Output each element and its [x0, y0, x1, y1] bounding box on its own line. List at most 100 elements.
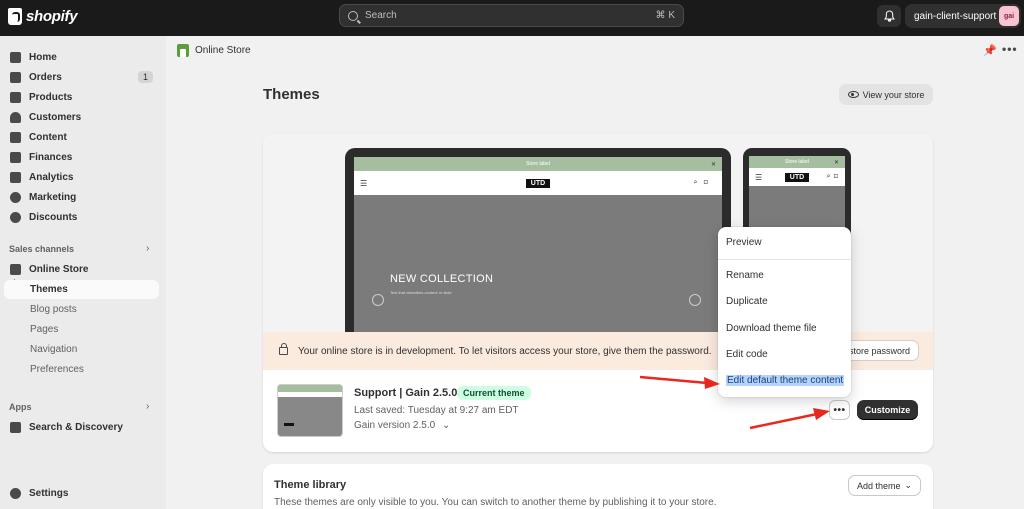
announcement-bar: Store label ✕	[354, 157, 722, 171]
sidebar-item-analytics[interactable]: Analytics	[4, 168, 159, 187]
discount-icon	[10, 212, 21, 223]
sidebar-item-blog-posts[interactable]: Blog posts	[4, 300, 159, 319]
slide-next-icon	[689, 294, 701, 306]
person-icon	[10, 112, 21, 123]
sidebar-item-label: Marketing	[29, 192, 77, 203]
site-brand: UTD	[784, 172, 810, 182]
menu-divider	[718, 259, 851, 260]
theme-library-description: These themes are only visible to you. Yo…	[274, 497, 717, 508]
avatar: gai	[999, 6, 1019, 26]
breadcrumb[interactable]: Online Store	[177, 44, 251, 57]
menu-icon: ☰	[755, 172, 763, 182]
chart-icon	[10, 172, 21, 183]
current-theme-badge: Current theme	[457, 386, 531, 400]
banner-text: Your online store is in development. To …	[298, 345, 712, 357]
sidebar-item-online-store[interactable]: Online Store	[4, 260, 159, 279]
orders-icon	[10, 72, 21, 83]
theme-version-dropdown[interactable]: Gain version 2.5.0 ⌄	[354, 420, 450, 431]
site-brand: UTD	[525, 178, 551, 188]
site-header: ☰ UTD ⌕⊡	[749, 168, 845, 186]
bell-icon	[883, 10, 895, 22]
sidebar-item-search-discovery[interactable]: Search & Discovery	[4, 418, 159, 437]
theme-thumbnail[interactable]	[277, 384, 343, 437]
eye-icon	[847, 91, 859, 98]
chevron-right-icon[interactable]: ›	[146, 243, 149, 254]
shopify-logo[interactable]: shopify	[8, 8, 78, 25]
sidebar-item-label: Discounts	[29, 212, 78, 223]
sidebar-item-settings[interactable]: Settings	[4, 484, 159, 503]
sidebar-item-marketing[interactable]: Marketing	[4, 188, 159, 207]
theme-actions-menu: Preview Rename Duplicate Download theme …	[718, 227, 851, 397]
desktop-preview: Store label ✕ ☰ UTD ⌕⊡ NEW COLLECTION Tex…	[345, 148, 731, 332]
chevron-down-icon: ⌄	[441, 420, 451, 431]
customize-button[interactable]: Customize	[857, 400, 918, 420]
notifications-button[interactable]	[877, 5, 901, 27]
search-icon	[348, 10, 358, 21]
menu-item-download-theme-file[interactable]: Download theme file	[726, 323, 817, 334]
lock-icon	[279, 343, 288, 355]
menu-icon: ☰	[360, 178, 368, 188]
slide-prev-icon	[372, 294, 384, 306]
sidebar-item-label: Orders	[29, 72, 62, 83]
chevron-right-icon[interactable]: ›	[146, 401, 149, 412]
sidebar-item-preferences[interactable]: Preferences	[4, 360, 159, 379]
menu-item-rename[interactable]: Rename	[726, 270, 764, 281]
sidebar-item-finances[interactable]: Finances	[4, 148, 159, 167]
top-bar: shopify Search ⌘ K gain-client-support g…	[0, 0, 1024, 36]
sidebar-item-home[interactable]: Home	[4, 48, 159, 67]
store-password-button[interactable]: store password	[839, 340, 919, 361]
sidebar-item-label: Finances	[29, 152, 73, 163]
logo-text: shopify	[26, 8, 78, 25]
sidebar-item-pages[interactable]: Pages	[4, 320, 159, 339]
breadcrumb-label: Online Store	[195, 45, 251, 56]
sales-channels-heading[interactable]: Sales channels	[9, 244, 74, 254]
search-cart-icons: ⌕⊡	[693, 179, 714, 186]
sidebar-item-label: Content	[29, 132, 67, 143]
search-discovery-icon	[10, 422, 21, 433]
content-icon	[10, 132, 21, 143]
view-store-label: View your store	[862, 89, 925, 100]
theme-version: Gain version 2.5.0	[354, 420, 436, 431]
tag-icon	[10, 92, 21, 103]
more-horizontal-icon[interactable]: •••	[1002, 42, 1018, 56]
announcement-text: Store label	[785, 159, 809, 165]
theme-actions-button[interactable]: •••	[829, 400, 850, 420]
add-theme-label: Add theme	[856, 480, 901, 491]
sidebar-item-orders[interactable]: Orders 1	[4, 68, 159, 87]
menu-item-edit-default-theme-content[interactable]: Edit default theme content	[726, 375, 845, 386]
search-input[interactable]: Search ⌘ K	[339, 4, 684, 27]
desktop-screen: Store label ✕ ☰ UTD ⌕⊡ NEW COLLECTION Tex…	[354, 157, 722, 332]
announcement-bar: Store label ✕	[749, 156, 845, 168]
orders-count-badge: 1	[137, 71, 153, 83]
theme-library-card: Theme library These themes are only visi…	[263, 464, 933, 509]
menu-item-edit-code[interactable]: Edit code	[726, 349, 768, 360]
menu-item-duplicate[interactable]: Duplicate	[726, 296, 768, 307]
announcement-text: Store label	[526, 161, 550, 167]
add-theme-button[interactable]: Add theme ⌄	[848, 475, 921, 496]
gear-icon	[10, 488, 21, 499]
hero-subtitle: Text that describes content or slide	[390, 290, 452, 295]
account-menu[interactable]: gain-client-support gai	[905, 4, 1021, 28]
sidebar: Home Orders 1 Products Customers Content …	[0, 36, 166, 509]
sidebar-item-products[interactable]: Products	[4, 88, 159, 107]
page-title: Themes	[263, 86, 320, 103]
online-store-icon	[177, 44, 189, 57]
sidebar-item-label: Home	[29, 52, 57, 63]
bank-icon	[10, 152, 21, 163]
main-content: Online Store 📌 ••• Themes View your stor…	[166, 36, 1024, 509]
sidebar-item-discounts[interactable]: Discounts	[4, 208, 159, 227]
sidebar-item-label: Analytics	[29, 172, 74, 183]
sidebar-item-customers[interactable]: Customers	[4, 108, 159, 127]
sidebar-item-navigation[interactable]: Navigation	[4, 340, 159, 359]
pin-icon[interactable]: 📌	[983, 44, 997, 57]
close-icon: ✕	[710, 161, 716, 168]
sidebar-item-themes[interactable]: Themes	[4, 280, 159, 299]
sidebar-item-label: Online Store	[29, 264, 89, 275]
apps-heading[interactable]: Apps	[9, 402, 32, 412]
sidebar-item-label: Settings	[29, 488, 69, 499]
sidebar-item-label: Customers	[29, 112, 82, 123]
menu-item-preview[interactable]: Preview	[726, 237, 762, 248]
view-store-button[interactable]: View your store	[839, 84, 933, 105]
sidebar-item-content[interactable]: Content	[4, 128, 159, 147]
sidebar-item-label: Search & Discovery	[29, 422, 123, 433]
